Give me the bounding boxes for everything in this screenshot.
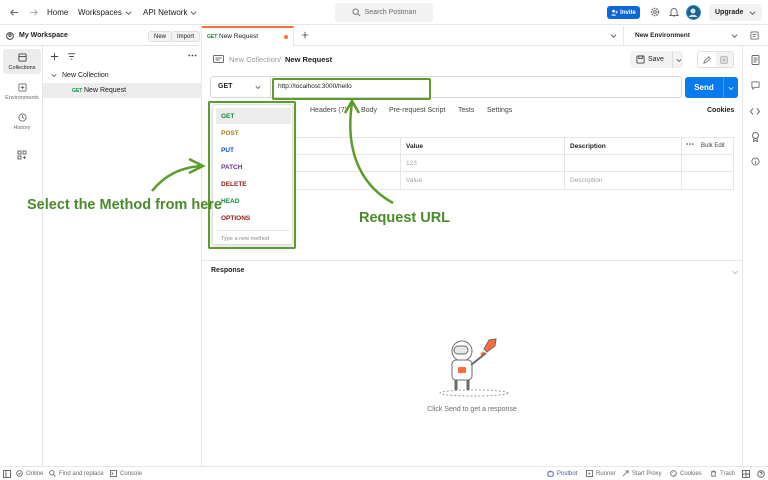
response-title: Response [211, 267, 245, 274]
postbot-button[interactable]: Postbot [547, 470, 577, 477]
postbot-label: Postbot [557, 470, 578, 477]
postbot-icon [547, 470, 554, 477]
status-bar: Online Find and replace Console Postbot … [0, 466, 768, 480]
astronaut-illustration [439, 338, 509, 397]
proxy-icon [622, 470, 629, 477]
find-replace-button[interactable]: Find and replace [49, 470, 104, 477]
toggle-sidebar-icon[interactable] [3, 470, 11, 478]
console-label: Console [120, 470, 143, 477]
help-icon[interactable] [757, 470, 765, 478]
response-panel: Response Click Send to get a response [202, 260, 742, 466]
url-arrow [349, 102, 394, 205]
trash-icon [710, 470, 717, 477]
console-button[interactable]: Console [110, 470, 142, 477]
chevron-down-icon [732, 270, 738, 275]
trash-label: Trash [720, 470, 736, 477]
response-empty-text: Click Send to get a response [427, 406, 517, 413]
cookie-icon [670, 470, 677, 477]
online-label: Online [26, 470, 44, 477]
start-proxy-button[interactable]: Start Proxy [622, 470, 662, 477]
cookies-label: Cookies [680, 470, 702, 477]
search-icon [49, 470, 56, 477]
select-method-annotation: Select the Method from here [27, 197, 222, 213]
find-replace-label: Find and replace [59, 470, 104, 477]
online-icon [16, 470, 23, 477]
runner-label: Runner [596, 470, 616, 477]
start-proxy-label: Start Proxy [632, 470, 662, 477]
request-url-annotation: Request URL [359, 210, 451, 226]
trash-button[interactable]: Trash [710, 470, 735, 477]
cookies-button[interactable]: Cookies [670, 470, 702, 477]
layout-icon[interactable] [742, 470, 750, 478]
runner-button[interactable]: Runner [586, 470, 616, 477]
console-icon [110, 470, 117, 477]
online-status[interactable]: Online [16, 470, 43, 477]
runner-icon [586, 470, 593, 477]
